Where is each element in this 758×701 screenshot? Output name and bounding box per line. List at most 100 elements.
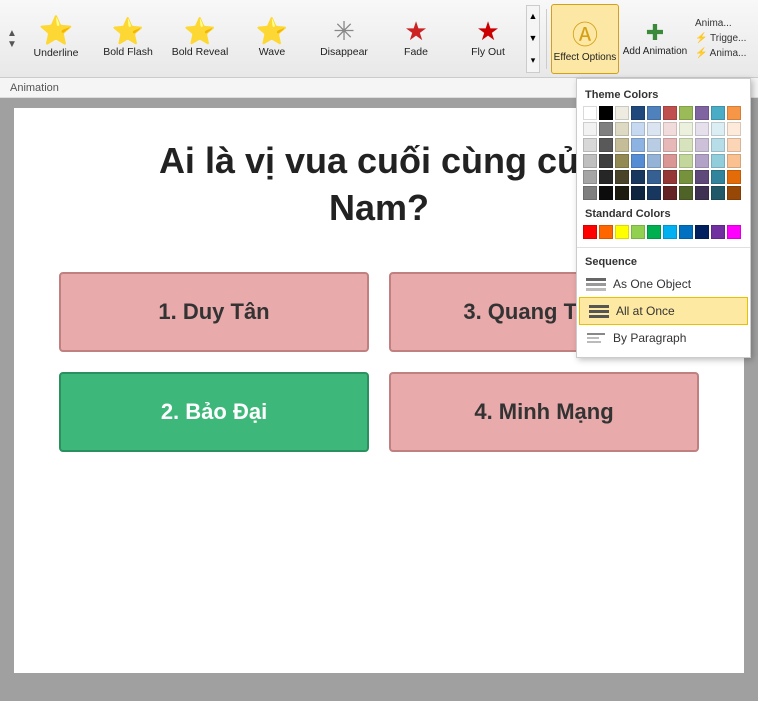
standard-color-swatch[interactable]: [647, 225, 661, 239]
theme-color-swatch[interactable]: [711, 122, 725, 136]
fade-icon: ★: [404, 18, 427, 44]
scroll-up-btn[interactable]: ▲: [527, 11, 539, 21]
bold-reveal-icon: ⭐: [184, 18, 216, 44]
theme-color-swatch[interactable]: [727, 138, 741, 152]
theme-color-swatch[interactable]: [631, 138, 645, 152]
theme-color-swatch[interactable]: [679, 154, 693, 168]
theme-color-swatch[interactable]: [695, 186, 709, 200]
theme-color-swatch[interactable]: [599, 122, 613, 136]
sequence-all-at-once[interactable]: All at Once: [579, 297, 748, 325]
theme-color-swatch[interactable]: [663, 154, 677, 168]
theme-color-swatch[interactable]: [727, 122, 741, 136]
scroll-down-btn[interactable]: ▼: [527, 33, 539, 43]
standard-color-swatch[interactable]: [695, 225, 709, 239]
standard-color-swatch[interactable]: [599, 225, 613, 239]
theme-color-swatch[interactable]: [583, 138, 597, 152]
underline-animation[interactable]: ⭐ Underline: [20, 4, 92, 74]
theme-color-swatch[interactable]: [615, 170, 629, 184]
disappear-label: Disappear: [320, 46, 368, 59]
theme-color-swatch[interactable]: [631, 186, 645, 200]
theme-color-swatch[interactable]: [679, 138, 693, 152]
theme-color-swatch[interactable]: [663, 138, 677, 152]
standard-color-swatch[interactable]: [663, 225, 677, 239]
standard-color-swatch[interactable]: [631, 225, 645, 239]
theme-color-swatch[interactable]: [615, 186, 629, 200]
theme-color-swatch[interactable]: [647, 154, 661, 168]
answer-4-label: 4. Minh Mạng: [474, 399, 613, 425]
fade-animation[interactable]: ★ Fade: [380, 4, 452, 74]
standard-color-swatch[interactable]: [583, 225, 597, 239]
theme-color-swatch[interactable]: [695, 154, 709, 168]
add-animation-button[interactable]: ✚ Add Animation: [621, 4, 689, 74]
theme-color-swatch[interactable]: [631, 170, 645, 184]
theme-color-swatch[interactable]: [583, 122, 597, 136]
standard-color-swatch[interactable]: [711, 225, 725, 239]
theme-color-swatch[interactable]: [647, 186, 661, 200]
effect-options-button[interactable]: Ⓐ Effect Options: [551, 4, 619, 74]
theme-color-swatch[interactable]: [711, 138, 725, 152]
theme-color-swatch[interactable]: [711, 106, 725, 120]
answer-box-4[interactable]: 4. Minh Mạng: [389, 372, 699, 452]
theme-color-swatch[interactable]: [663, 170, 677, 184]
theme-color-swatch[interactable]: [679, 122, 693, 136]
answer-1-label: 1. Duy Tân: [158, 299, 269, 325]
standard-colors-grid: [577, 223, 750, 243]
standard-color-swatch[interactable]: [615, 225, 629, 239]
theme-color-swatch[interactable]: [599, 138, 613, 152]
scroll-more-btn[interactable]: ▾: [527, 55, 539, 66]
standard-color-swatch[interactable]: [679, 225, 693, 239]
scroll-up-arrow[interactable]: ▲▼: [4, 4, 20, 74]
theme-color-swatch[interactable]: [695, 122, 709, 136]
theme-color-swatch[interactable]: [599, 186, 613, 200]
theme-color-swatch[interactable]: [679, 106, 693, 120]
bold-reveal-animation[interactable]: ⭐ Bold Reveal: [164, 4, 236, 74]
bold-flash-animation[interactable]: ⭐ Bold Flash: [92, 4, 164, 74]
theme-color-swatch[interactable]: [695, 138, 709, 152]
theme-color-swatch[interactable]: [583, 106, 597, 120]
theme-color-swatch[interactable]: [727, 170, 741, 184]
theme-color-swatch[interactable]: [711, 170, 725, 184]
theme-color-swatch[interactable]: [727, 154, 741, 168]
theme-color-swatch[interactable]: [583, 170, 597, 184]
theme-color-swatch[interactable]: [727, 186, 741, 200]
theme-color-swatch[interactable]: [663, 122, 677, 136]
theme-color-swatch[interactable]: [631, 106, 645, 120]
sequence-as-one-object[interactable]: As One Object: [577, 271, 750, 297]
sequence-by-paragraph[interactable]: By Paragraph: [577, 325, 750, 351]
theme-color-swatch[interactable]: [631, 154, 645, 168]
theme-color-swatch[interactable]: [631, 122, 645, 136]
theme-color-swatch[interactable]: [711, 186, 725, 200]
sequence-title: Sequence: [577, 252, 750, 271]
wave-animation[interactable]: ⭐ Wave: [236, 4, 308, 74]
theme-color-swatch[interactable]: [583, 154, 597, 168]
theme-color-swatch[interactable]: [599, 154, 613, 168]
theme-color-swatch[interactable]: [647, 106, 661, 120]
theme-color-swatch[interactable]: [583, 186, 597, 200]
theme-color-swatch[interactable]: [695, 106, 709, 120]
theme-color-swatch[interactable]: [663, 106, 677, 120]
theme-color-swatch[interactable]: [647, 138, 661, 152]
standard-color-swatch[interactable]: [727, 225, 741, 239]
theme-color-swatch[interactable]: [711, 154, 725, 168]
theme-color-swatch[interactable]: [615, 138, 629, 152]
animation-scroll-arrows[interactable]: ▲ ▼ ▾: [526, 5, 540, 73]
theme-color-swatch[interactable]: [615, 154, 629, 168]
theme-color-swatch[interactable]: [695, 170, 709, 184]
answer-box-2[interactable]: 2. Bảo Đại: [59, 372, 369, 452]
fly-out-animation[interactable]: ★ Fly Out: [452, 4, 524, 74]
answer-box-1[interactable]: 1. Duy Tân: [59, 272, 369, 352]
theme-color-swatch[interactable]: [599, 106, 613, 120]
theme-color-swatch[interactable]: [679, 170, 693, 184]
theme-color-swatch[interactable]: [599, 170, 613, 184]
disappear-animation[interactable]: ✳ Disappear: [308, 4, 380, 74]
theme-color-swatch[interactable]: [647, 122, 661, 136]
theme-color-swatch[interactable]: [615, 122, 629, 136]
theme-color-swatch[interactable]: [663, 186, 677, 200]
theme-color-swatch[interactable]: [727, 106, 741, 120]
theme-color-swatch[interactable]: [679, 186, 693, 200]
ribbon-separator-1: [546, 9, 547, 69]
underline-icon: ⭐: [39, 17, 74, 45]
theme-color-swatch[interactable]: [647, 170, 661, 184]
effect-options-label: Effect Options: [554, 52, 617, 63]
theme-color-swatch[interactable]: [615, 106, 629, 120]
